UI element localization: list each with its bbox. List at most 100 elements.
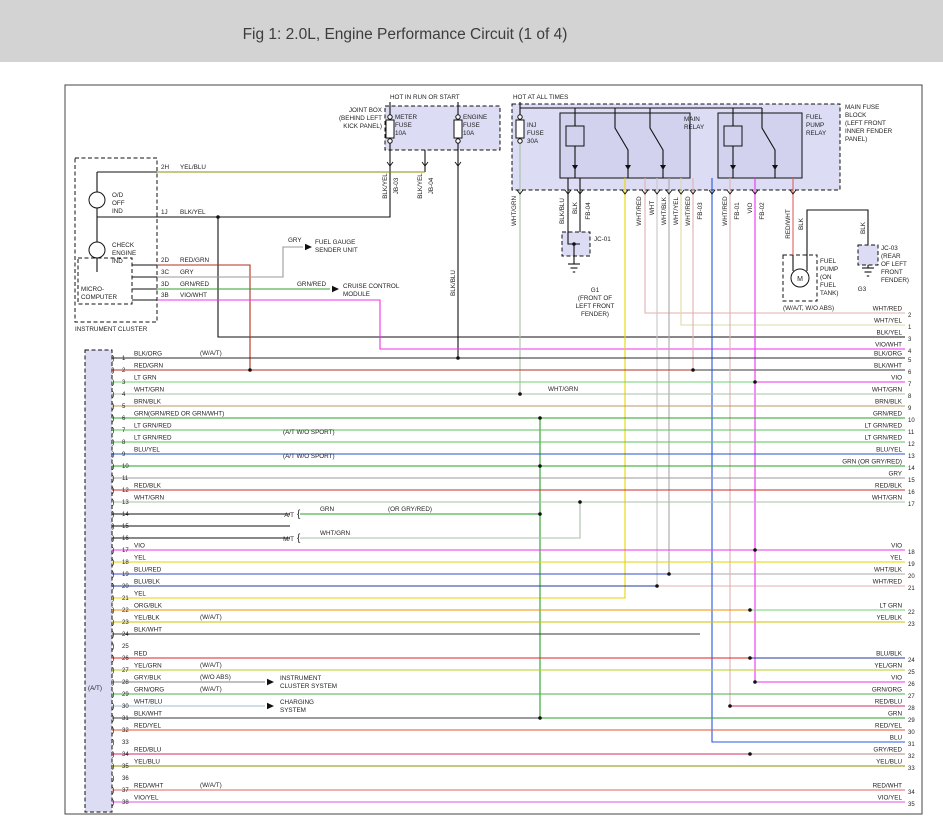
pin-number: 26: [908, 682, 915, 688]
diagram-label: SENDER UNIT: [315, 247, 358, 254]
diagram-label: ENGINE: [112, 250, 136, 257]
diagram-label: GRY: [180, 269, 194, 276]
pin-number: 14: [122, 512, 129, 518]
diagram-label: WHT: [649, 201, 656, 215]
diagram-label: 10A: [463, 130, 475, 137]
diagram-label: FENDER): [881, 277, 909, 284]
diagram-label: CHECK: [112, 242, 135, 249]
pin-wire-label: BLK/YEL: [876, 330, 902, 337]
pin-number: 10: [122, 464, 129, 470]
junction-dot: [456, 356, 460, 360]
diagram-label: 2D: [161, 257, 170, 264]
diagram-label: WHT/RED: [636, 196, 643, 226]
diagram-label: IND: [112, 258, 123, 265]
diagram-label: VIO: [747, 202, 754, 213]
pin-wire-label: RED/BLU: [875, 699, 903, 706]
pin-wire-label: YEL/GRN: [134, 663, 162, 670]
pin-wire-label: LT GRN/RED: [864, 435, 902, 442]
pin-wire-label: RED/BLK: [875, 483, 903, 490]
pin-number: 23: [908, 622, 915, 628]
pin-number: 24: [908, 658, 915, 664]
junction-dot: [578, 500, 582, 504]
diagram-label: (W/A/T): [200, 350, 222, 357]
diagram-label: WHT/GRN: [548, 386, 579, 393]
diagram-label: (A/T): [88, 685, 102, 692]
fuse-terminal: [518, 115, 522, 119]
pin-wire-label: BLU: [890, 735, 903, 742]
pin-wire-label: WHT/RED: [873, 306, 903, 313]
diagram-label: JB-04: [428, 177, 435, 194]
pin-wire-label: RED/BLK: [134, 483, 162, 490]
pin-wire-label: VIO/WHT: [875, 342, 902, 349]
pin-number: 19: [908, 562, 915, 568]
diagram-label: LEFT FRONT: [576, 303, 615, 310]
pin-number: 28: [908, 706, 915, 712]
figure-title: Fig 1: 2.0L, Engine Performance Circuit …: [243, 26, 568, 43]
junction-dot: [748, 752, 752, 756]
pin-number: 29: [122, 692, 129, 698]
junction-dot: [248, 368, 252, 372]
pin-wire-label: GRY: [888, 471, 902, 478]
diagram-label: RED/GRN: [180, 257, 209, 264]
diagram-label: 2H: [161, 164, 170, 171]
pin-number: 30: [908, 730, 915, 736]
junction-dot: [216, 215, 220, 219]
diagram-label: MODULE: [343, 291, 370, 298]
diagram-label: (W/A/T): [200, 686, 222, 693]
pin-wire-label: BLK/WHT: [874, 363, 902, 370]
pin-number: 31: [122, 716, 129, 722]
pin-wire-label: VIO/YEL: [878, 795, 903, 802]
pin-number: 35: [908, 802, 915, 808]
fuse-terminal: [456, 115, 460, 119]
fuse-terminal: [388, 115, 392, 119]
pin-number: 16: [122, 536, 129, 542]
diagram-label: CHARGING: [280, 699, 314, 706]
diagram-label: WHT/BLK: [661, 196, 668, 225]
diagram-label: METER: [395, 114, 417, 121]
pin-number: 10: [908, 418, 915, 424]
pin-number: 26: [122, 656, 129, 662]
junction-dot: [691, 368, 695, 372]
diagram-label: WHT/YEL: [673, 197, 680, 225]
fuse-icon: [516, 120, 524, 138]
pin-wire-label: LT GRN/RED: [134, 423, 172, 430]
diagram-label: BLK/YEL: [180, 209, 206, 216]
pin-wire-label: GRY/BLK: [134, 675, 162, 682]
pin-wire-label: YEL: [890, 555, 902, 562]
pin-number: 29: [908, 718, 915, 724]
diagram-label: FRONT: [881, 269, 903, 276]
diagram-label: INSTRUMENT CLUSTER: [75, 326, 148, 333]
diagram-label: MICRO-: [81, 286, 104, 293]
pin-wire-label: RED: [134, 651, 148, 658]
diagram-label: (FRONT OF: [578, 295, 612, 302]
diagram-label: FUSE: [527, 130, 544, 137]
diagram-label: TANK): [820, 290, 838, 297]
diagram-label: (ON: [820, 274, 832, 281]
pin-wire-label: YEL/BLU: [134, 759, 160, 766]
pin-number: 18: [908, 550, 915, 556]
diagram-label: (W/A/T): [200, 614, 222, 621]
pin-wire-label: YEL/BLK: [134, 615, 160, 622]
junction-dot: [538, 716, 542, 720]
diagram-label: M/T: [283, 536, 294, 543]
junction-dot: [667, 572, 671, 576]
pin-wire-label: WHT/GRN: [872, 495, 903, 502]
pin-wire-label: BLU/YEL: [134, 447, 160, 454]
pin-number: 20: [122, 584, 129, 590]
pin-wire-label: GRN/RED: [873, 411, 902, 418]
pin-wire-label: YEL: [134, 591, 146, 598]
pin-number: 28: [122, 680, 129, 686]
fuse-terminal: [388, 139, 392, 143]
pin-wire-label: LT GRN/RED: [864, 423, 902, 430]
pin-wire-label: YEL/BLK: [876, 615, 902, 622]
diagram-label: FB-03: [697, 202, 704, 220]
pin-wire-label: GRN/ORG: [134, 687, 164, 694]
diagram-label: CLUSTER SYSTEM: [280, 683, 337, 690]
pin-wire-label: GRN/ORG: [872, 687, 902, 694]
pin-number: 27: [908, 694, 915, 700]
pin-number: 23: [122, 620, 129, 626]
diagram-label: G3: [858, 286, 867, 293]
pin-number: 17: [122, 548, 129, 554]
junction-dot: [753, 380, 757, 384]
diagram-label: (A/T W/O SPORT): [283, 453, 335, 460]
